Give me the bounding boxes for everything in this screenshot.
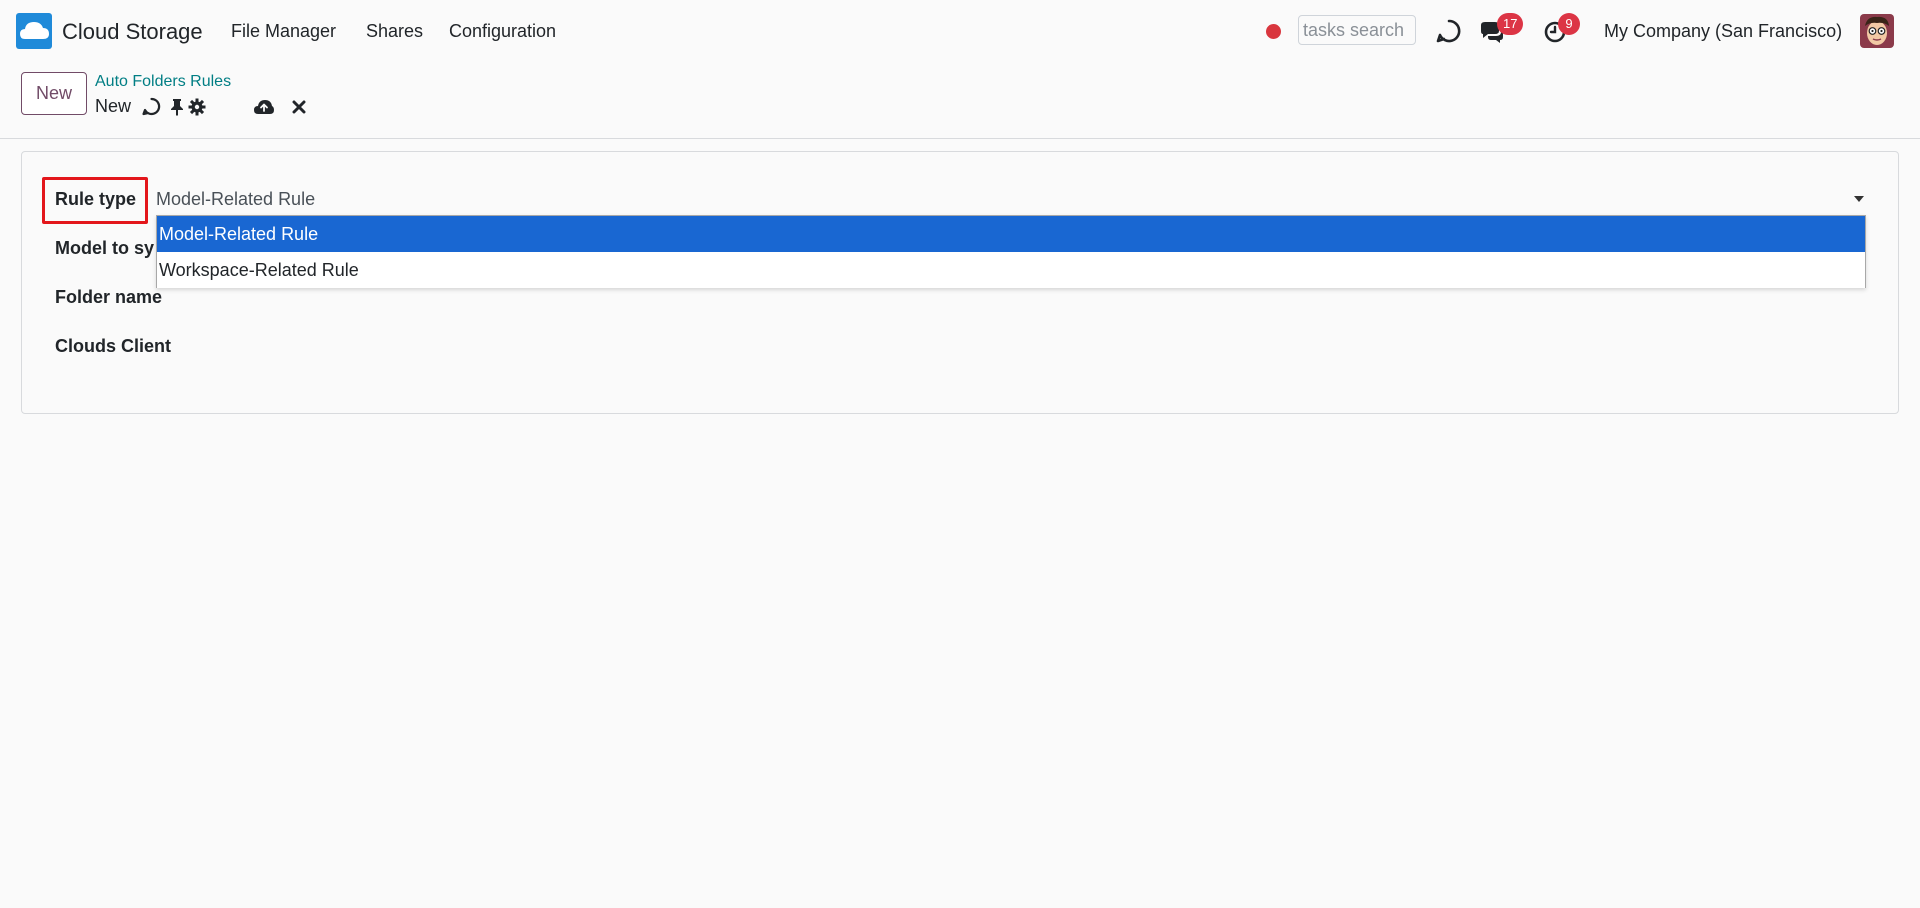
menu-shares[interactable]: Shares [366,21,423,42]
menu-file-manager[interactable]: File Manager [231,21,336,42]
messages-badge: 17 [1497,13,1524,35]
rule-type-label: Rule type [55,189,137,209]
option-model-related-rule[interactable]: Model-Related Rule [157,216,1865,252]
rule-type-select[interactable]: Model-Related Rule [156,189,315,210]
activities-badge: 9 [1558,13,1580,35]
refresh-icon[interactable] [1436,18,1462,44]
cloud-upload-icon[interactable] [253,98,275,116]
app-name[interactable]: Cloud Storage [62,19,203,45]
pin-icon[interactable] [170,98,184,116]
company-switcher[interactable]: My Company (San Francisco) [1604,21,1842,42]
control-panel-divider [0,138,1920,139]
sync-icon[interactable] [142,97,161,116]
cloud-logo-icon[interactable] [16,13,52,49]
chevron-down-icon[interactable] [1854,196,1864,202]
menu-configuration[interactable]: Configuration [449,21,556,42]
breadcrumb-auto-folders-rules[interactable]: Auto Folders Rules [95,73,231,91]
record-name: New [95,96,132,116]
new-button[interactable]: New [21,72,87,115]
close-icon[interactable] [292,100,306,114]
avatar[interactable] [1860,14,1894,48]
gear-icon[interactable] [188,98,206,116]
option-workspace-related-rule[interactable]: Workspace-Related Rule [157,252,1865,288]
recording-dot-icon[interactable] [1266,24,1281,39]
folder-name-label: Folder name [55,287,163,307]
top-navbar: Cloud Storage File Manager Shares Config… [0,0,1920,62]
tasks-search-input[interactable] [1298,15,1416,45]
rule-type-dropdown: Model-Related Rule Workspace-Related Rul… [156,215,1866,288]
model-to-sync-label: Model to sy [55,238,155,258]
clouds-client-label: Clouds Client [55,336,171,356]
